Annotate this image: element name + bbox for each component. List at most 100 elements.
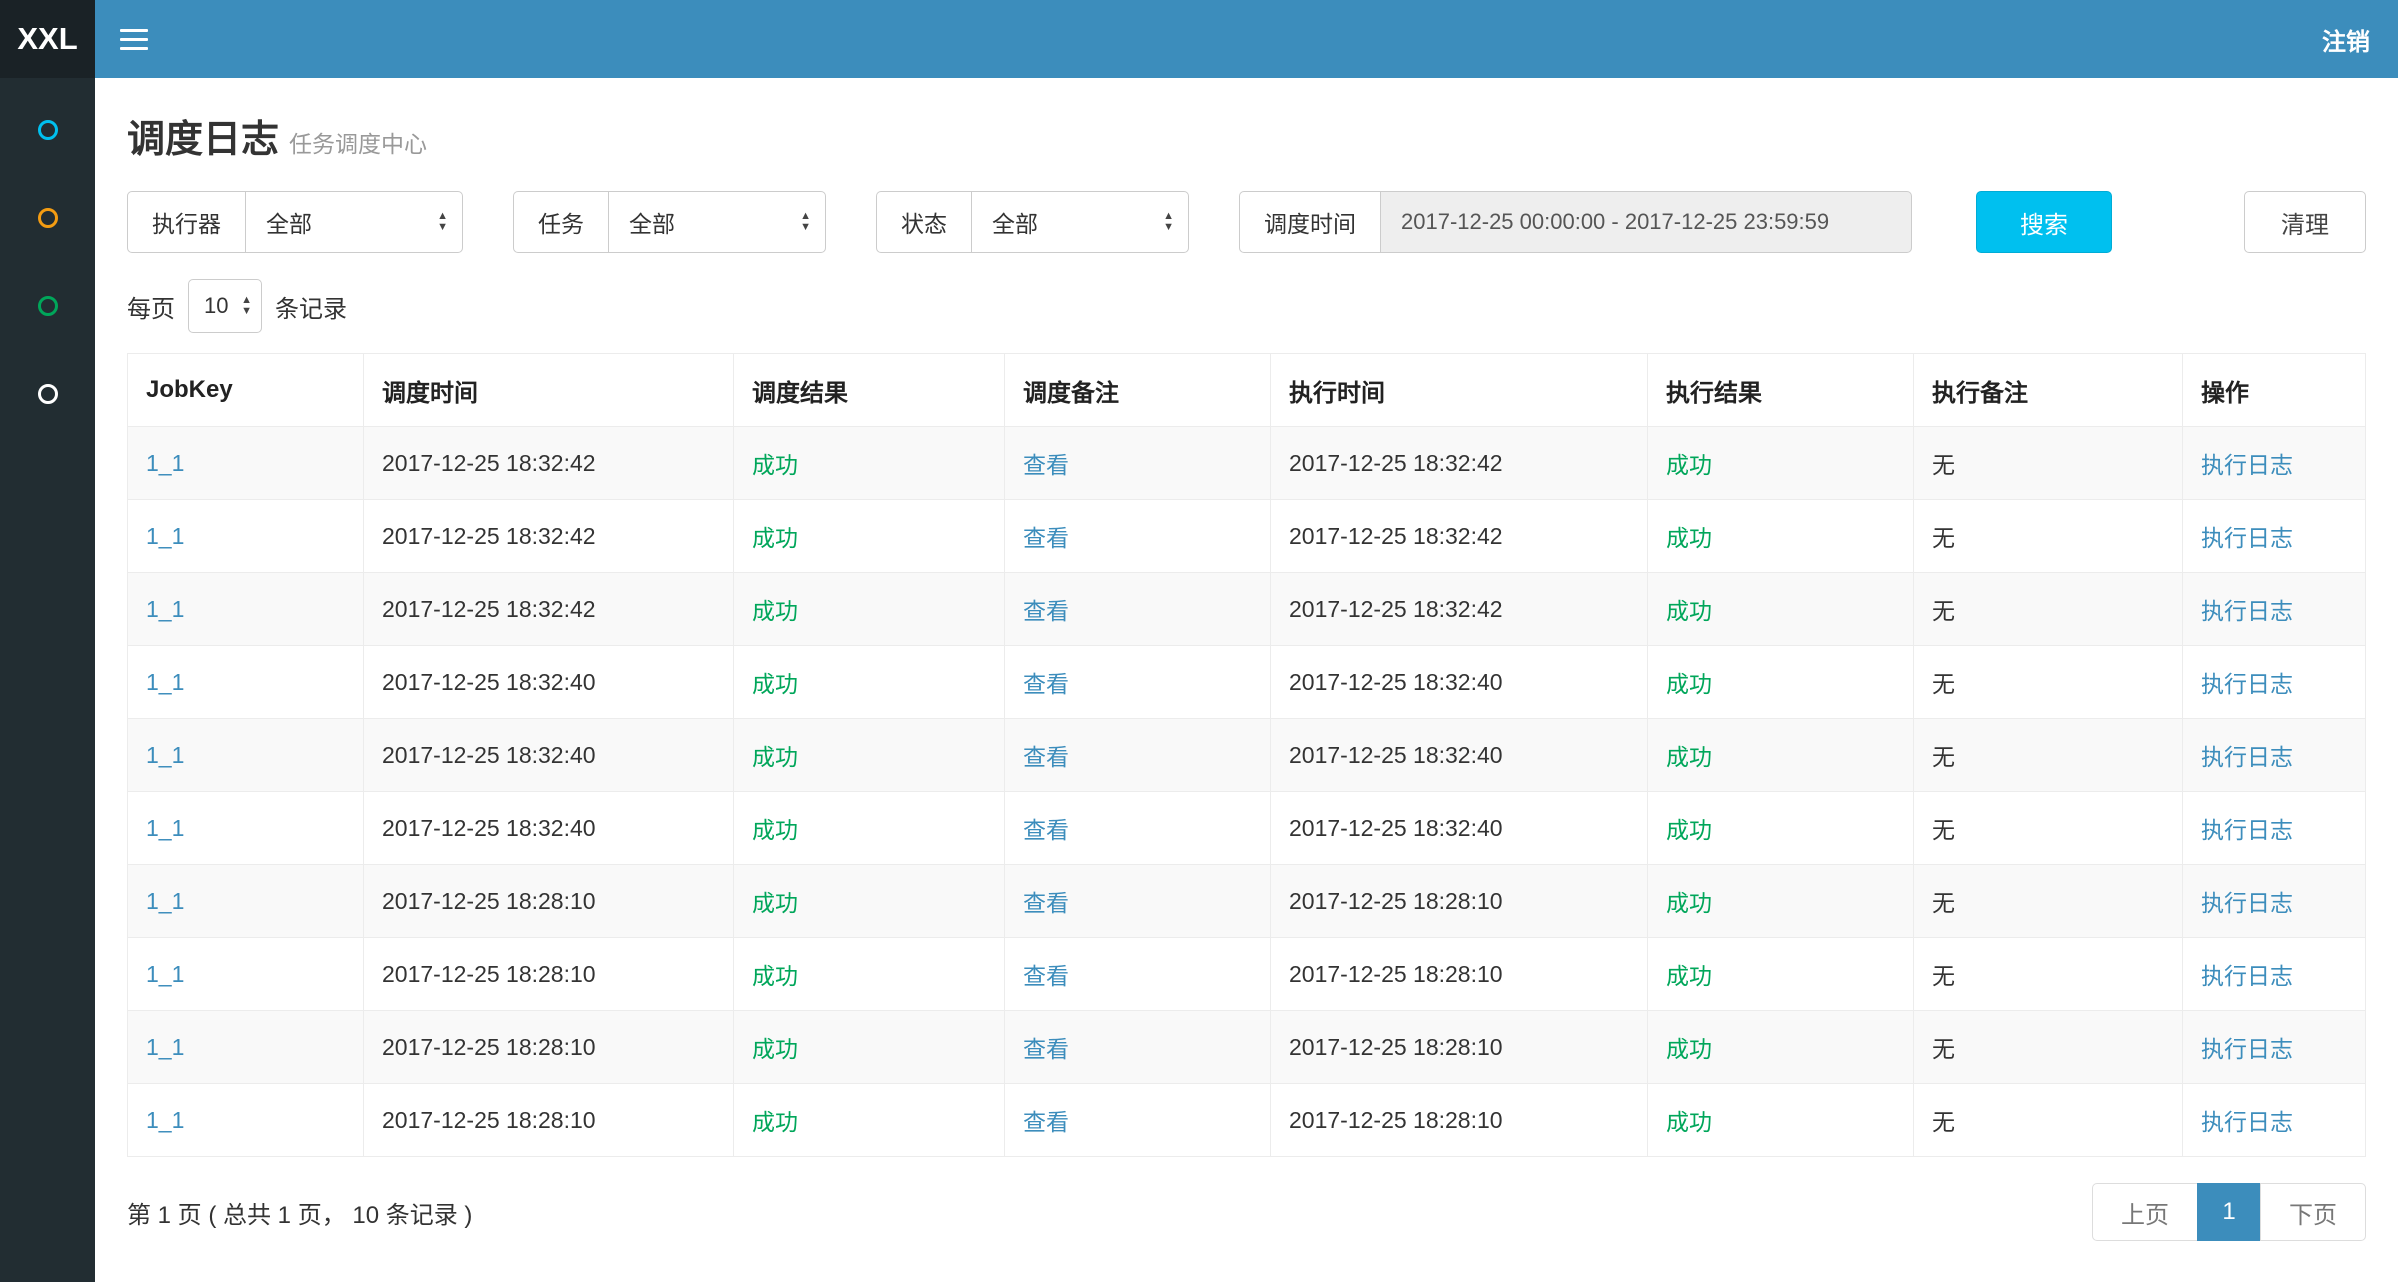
next-page-button[interactable]: 下页 [2260, 1183, 2366, 1241]
status-select[interactable]: 全部 [971, 191, 1189, 253]
current-page-button[interactable]: 1 [2197, 1183, 2261, 1241]
handle-result-cell: 成功 [1648, 938, 1914, 1011]
action-cell: 执行日志 [2183, 792, 2366, 865]
executor-filter-label: 执行器 [127, 191, 245, 253]
trigger-time-cell: 2017-12-25 18:28:10 [364, 938, 734, 1011]
status-filter-group: 状态 全部 [876, 191, 1189, 253]
handle-remark-cell: 无 [1914, 427, 2183, 500]
trigger-remark-link[interactable]: 查看 [1023, 744, 1069, 770]
trigger-time-cell: 2017-12-25 18:32:42 [364, 500, 734, 573]
exec-log-link[interactable]: 执行日志 [2201, 817, 2293, 843]
job-filter-group: 任务 全部 [513, 191, 826, 253]
trigger-result-text: 成功 [752, 671, 798, 697]
prev-page-button[interactable]: 上页 [2092, 1183, 2198, 1241]
trigger-remark-cell: 查看 [1005, 646, 1271, 719]
jobkey-cell: 1_1 [128, 427, 364, 500]
trigger-remark-cell: 查看 [1005, 719, 1271, 792]
exec-log-link[interactable]: 执行日志 [2201, 452, 2293, 478]
exec-log-link[interactable]: 执行日志 [2201, 1109, 2293, 1135]
exec-log-link[interactable]: 执行日志 [2201, 525, 2293, 551]
sidebar-item-2[interactable] [0, 174, 95, 262]
exec-log-link[interactable]: 执行日志 [2201, 1036, 2293, 1062]
trigger-remark-link[interactable]: 查看 [1023, 1036, 1069, 1062]
hamburger-icon [120, 38, 148, 41]
handle-remark-cell: 无 [1914, 1011, 2183, 1084]
col-header-handle-result: 执行结果 [1648, 354, 1914, 427]
jobkey-link[interactable]: 1_1 [146, 1034, 184, 1060]
exec-log-link[interactable]: 执行日志 [2201, 671, 2293, 697]
jobkey-link[interactable]: 1_1 [146, 742, 184, 768]
trigger-time-range-input[interactable]: 2017-12-25 00:00:00 - 2017-12-25 23:59:5… [1380, 191, 1912, 253]
jobkey-link[interactable]: 1_1 [146, 669, 184, 695]
table-row: 1_1 2017-12-25 18:32:42 成功 查看 2017-12-25… [128, 573, 2366, 646]
jobkey-link[interactable]: 1_1 [146, 815, 184, 841]
jobkey-cell: 1_1 [128, 792, 364, 865]
trigger-remark-cell: 查看 [1005, 573, 1271, 646]
exec-log-link[interactable]: 执行日志 [2201, 744, 2293, 770]
handle-remark-cell: 无 [1914, 938, 2183, 1011]
trigger-result-cell: 成功 [734, 865, 1005, 938]
job-select[interactable]: 全部 [608, 191, 826, 253]
table-row: 1_1 2017-12-25 18:28:10 成功 查看 2017-12-25… [128, 1011, 2366, 1084]
clear-button[interactable]: 清理 [2244, 191, 2366, 253]
page-size-select[interactable]: 10 [188, 279, 262, 333]
sidebar-toggle-button[interactable] [95, 0, 173, 78]
executor-select[interactable]: 全部 [245, 191, 463, 253]
handle-time-cell: 2017-12-25 18:28:10 [1271, 865, 1648, 938]
handle-time-cell: 2017-12-25 18:32:42 [1271, 427, 1648, 500]
jobkey-cell: 1_1 [128, 865, 364, 938]
table-row: 1_1 2017-12-25 18:32:40 成功 查看 2017-12-25… [128, 646, 2366, 719]
exec-log-link[interactable]: 执行日志 [2201, 598, 2293, 624]
handle-remark-cell: 无 [1914, 792, 2183, 865]
sidebar-item-4[interactable] [0, 350, 95, 438]
handle-result-cell: 成功 [1648, 792, 1914, 865]
trigger-remark-cell: 查看 [1005, 427, 1271, 500]
top-navbar: XXL 注销 [0, 0, 2398, 78]
trigger-result-cell: 成功 [734, 1084, 1005, 1157]
trigger-remark-cell: 查看 [1005, 1084, 1271, 1157]
handle-remark-cell: 无 [1914, 865, 2183, 938]
trigger-result-text: 成功 [752, 963, 798, 989]
trigger-remark-link[interactable]: 查看 [1023, 890, 1069, 916]
jobkey-link[interactable]: 1_1 [146, 961, 184, 987]
table-row: 1_1 2017-12-25 18:28:10 成功 查看 2017-12-25… [128, 865, 2366, 938]
exec-log-link[interactable]: 执行日志 [2201, 963, 2293, 989]
jobkey-link[interactable]: 1_1 [146, 888, 184, 914]
handle-result-text: 成功 [1666, 817, 1712, 843]
jobkey-link[interactable]: 1_1 [146, 596, 184, 622]
job-select-value: 全部 [629, 205, 675, 239]
handle-remark-cell: 无 [1914, 573, 2183, 646]
search-button[interactable]: 搜索 [1976, 191, 2112, 253]
action-cell: 执行日志 [2183, 500, 2366, 573]
jobkey-cell: 1_1 [128, 1084, 364, 1157]
trigger-remark-cell: 查看 [1005, 1011, 1271, 1084]
trigger-remark-link[interactable]: 查看 [1023, 1109, 1069, 1135]
handle-result-text: 成功 [1666, 963, 1712, 989]
trigger-result-text: 成功 [752, 890, 798, 916]
trigger-remark-link[interactable]: 查看 [1023, 671, 1069, 697]
logout-link[interactable]: 注销 [2294, 0, 2398, 78]
page-size-prefix: 每页 [127, 289, 175, 324]
trigger-remark-link[interactable]: 查看 [1023, 817, 1069, 843]
sidebar-item-1[interactable] [0, 86, 95, 174]
trigger-result-cell: 成功 [734, 792, 1005, 865]
job-filter-label: 任务 [513, 191, 608, 253]
action-cell: 执行日志 [2183, 719, 2366, 792]
trigger-result-cell: 成功 [734, 719, 1005, 792]
handle-result-text: 成功 [1666, 525, 1712, 551]
trigger-result-cell: 成功 [734, 573, 1005, 646]
trigger-remark-link[interactable]: 查看 [1023, 963, 1069, 989]
jobkey-cell: 1_1 [128, 646, 364, 719]
page-size-value: 10 [204, 293, 228, 319]
jobkey-link[interactable]: 1_1 [146, 1107, 184, 1133]
trigger-remark-link[interactable]: 查看 [1023, 452, 1069, 478]
exec-log-link[interactable]: 执行日志 [2201, 890, 2293, 916]
jobkey-link[interactable]: 1_1 [146, 523, 184, 549]
sidebar-item-3[interactable] [0, 262, 95, 350]
action-cell: 执行日志 [2183, 646, 2366, 719]
trigger-result-cell: 成功 [734, 938, 1005, 1011]
trigger-remark-link[interactable]: 查看 [1023, 598, 1069, 624]
content-header: 调度日志任务调度中心 [95, 78, 2398, 177]
trigger-remark-link[interactable]: 查看 [1023, 525, 1069, 551]
jobkey-link[interactable]: 1_1 [146, 450, 184, 476]
